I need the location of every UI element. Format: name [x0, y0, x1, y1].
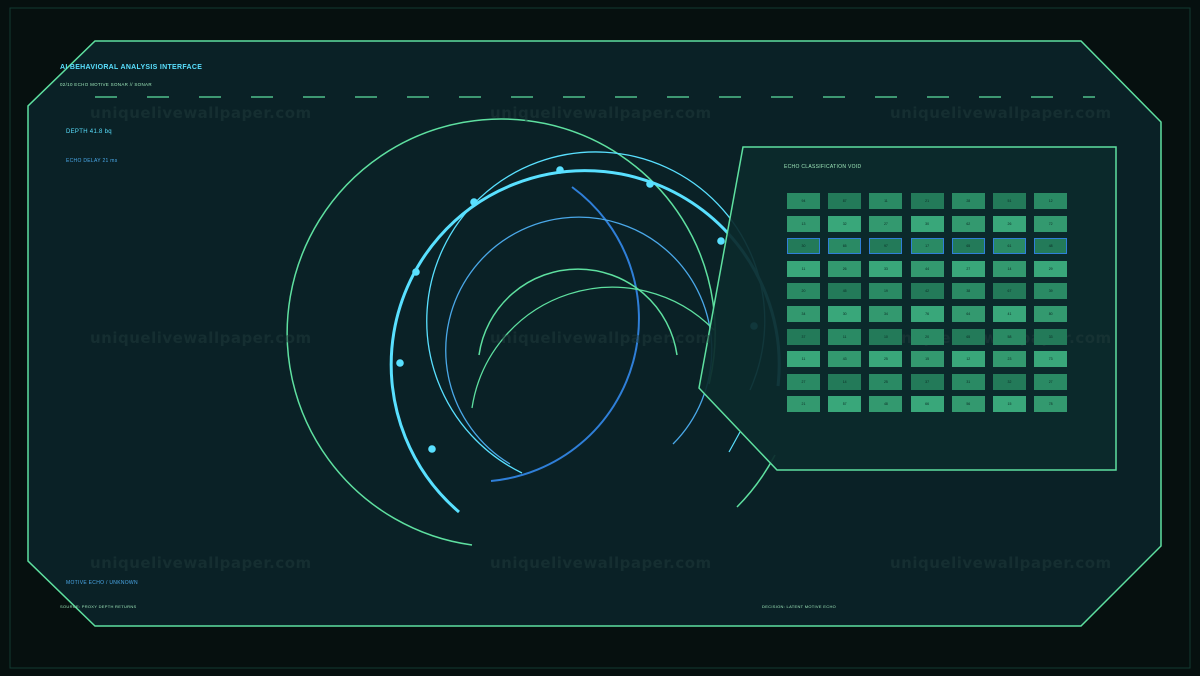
grid-cell: 44 [910, 260, 944, 277]
watermark: uniquelivewallpaper.com [490, 104, 712, 122]
grid-cell: 41 [993, 306, 1026, 322]
grid-cell: 51 [993, 193, 1026, 209]
grid-cell: 73 [1034, 351, 1068, 368]
grid-cell: 33 [869, 260, 903, 277]
grid-cell: 97 [869, 238, 903, 255]
grid-cell: 17 [910, 238, 944, 255]
classification-grid: 94 87 11 21 28 51 12 13 32 27 30 62 26 72 30 65 97 17 65 61… [787, 193, 1069, 413]
watermark: uniquelivewallpaper.com [890, 104, 1112, 122]
grid-cell: 12 [951, 351, 985, 368]
watermark: uniquelivewallpaper.com [90, 329, 312, 347]
grid-cell: 28 [951, 193, 985, 209]
grid-cell: 32 [828, 215, 862, 232]
page-title: AI BEHAVIORAL ANALYSIS INTERFACE [60, 64, 203, 71]
grid-cell: 61 [993, 238, 1026, 255]
grid-cell: 14 [993, 260, 1026, 277]
grid-cell: 72 [1034, 215, 1068, 232]
grid-cell: 20 [910, 328, 944, 345]
grid-cell: 43 [828, 351, 862, 368]
depth-readout: DEPTH 41.8 bq [66, 129, 112, 135]
grid-cell: 11 [787, 260, 820, 277]
grid-cell: 38 [951, 283, 985, 300]
grid-cell: 10 [869, 328, 903, 345]
node [717, 237, 725, 245]
node [412, 268, 420, 276]
node [470, 198, 478, 206]
grid-cell: 94 [787, 193, 820, 209]
grid-cell: 31 [951, 373, 985, 390]
grid-cell: 30 [828, 306, 862, 322]
grid-cell: 67 [993, 283, 1026, 300]
grid-cell: 27 [869, 215, 903, 232]
grid-cell: 27 [951, 260, 985, 277]
grid-cell: 32 [993, 373, 1026, 390]
grid-cell: 48 [869, 396, 903, 413]
grid-cell: 34 [787, 306, 820, 322]
grid-cell: 37 [910, 373, 944, 390]
grid-cell: 13 [787, 215, 820, 232]
grid-cell: 20 [787, 283, 820, 300]
grid-cell: 48 [1034, 238, 1068, 255]
grid-cell: 37 [787, 328, 820, 345]
grid-cell: 23 [993, 351, 1026, 368]
grid-cell: 11 [787, 351, 820, 368]
grid-cell: 34 [869, 306, 903, 322]
grid-cell: 45 [828, 283, 862, 300]
decision-caption: DECISION: LATENT MOTIVE ECHO [762, 604, 837, 609]
grid-cell: 26 [828, 260, 862, 277]
grid-cell: 21 [787, 396, 820, 413]
watermark: uniquelivewallpaper.com [90, 104, 312, 122]
grid-cell: 11 [828, 328, 862, 345]
grid-cell: 64 [951, 306, 985, 322]
grid-cell: 15 [910, 351, 944, 368]
grid-cell: 78 [1034, 396, 1068, 413]
grid-cell: 27 [1034, 373, 1068, 390]
grid-cell: 29 [1034, 260, 1068, 277]
watermark: uniquelivewallpaper.com [490, 554, 712, 572]
grid-cell: 27 [787, 373, 820, 390]
page-subtitle: 02/10 ECHO MOTIVE SONAR // SONAR [60, 82, 152, 87]
grid-cell: 25 [869, 351, 903, 368]
grid-cell: 19 [869, 283, 903, 300]
node [646, 180, 654, 188]
echo-delay-readout: ECHO DELAY 21 ms [66, 158, 118, 164]
grid-cell: 56 [951, 396, 985, 413]
watermark: uniquelivewallpaper.com [890, 554, 1112, 572]
grid-cell: 30 [910, 215, 944, 232]
source-caption: SOURCE: PROXY DEPTH RETURNS [60, 604, 137, 609]
grid-cell: 33 [1034, 328, 1068, 345]
grid-cell: 76 [910, 306, 944, 322]
grid-cell: 42 [910, 283, 944, 300]
grid-cell: 65 [951, 238, 985, 255]
grid-cell: 15 [993, 396, 1026, 413]
grid-cell: 30 [787, 238, 820, 255]
grid-cell: 65 [951, 328, 985, 345]
grid-cell: 12 [1034, 193, 1068, 209]
grid-cell: 26 [993, 215, 1026, 232]
grid-cell: 87 [828, 193, 862, 209]
watermark: uniquelivewallpaper.com [490, 329, 712, 347]
node [428, 445, 436, 453]
grid-cell: 21 [910, 193, 944, 209]
grid-cell: 66 [910, 396, 944, 413]
grid-cell: 65 [828, 238, 862, 255]
grid-cell: 25 [869, 373, 903, 390]
grid-cell: 39 [1034, 283, 1068, 300]
node [556, 166, 564, 174]
grid-cell: 58 [993, 328, 1026, 345]
grid-cell: 80 [1034, 306, 1068, 322]
motive-status: MOTIVE ECHO / UNKNOWN [66, 580, 138, 586]
grid-cell: 57 [828, 396, 862, 413]
watermark: uniquelivewallpaper.com [90, 554, 312, 572]
grid-cell: 14 [828, 373, 862, 390]
grid-cell: 11 [869, 193, 903, 209]
grid-cell: 62 [951, 215, 985, 232]
node [396, 359, 404, 367]
panel-title: ECHO CLASSIFICATION VOID [784, 164, 862, 170]
